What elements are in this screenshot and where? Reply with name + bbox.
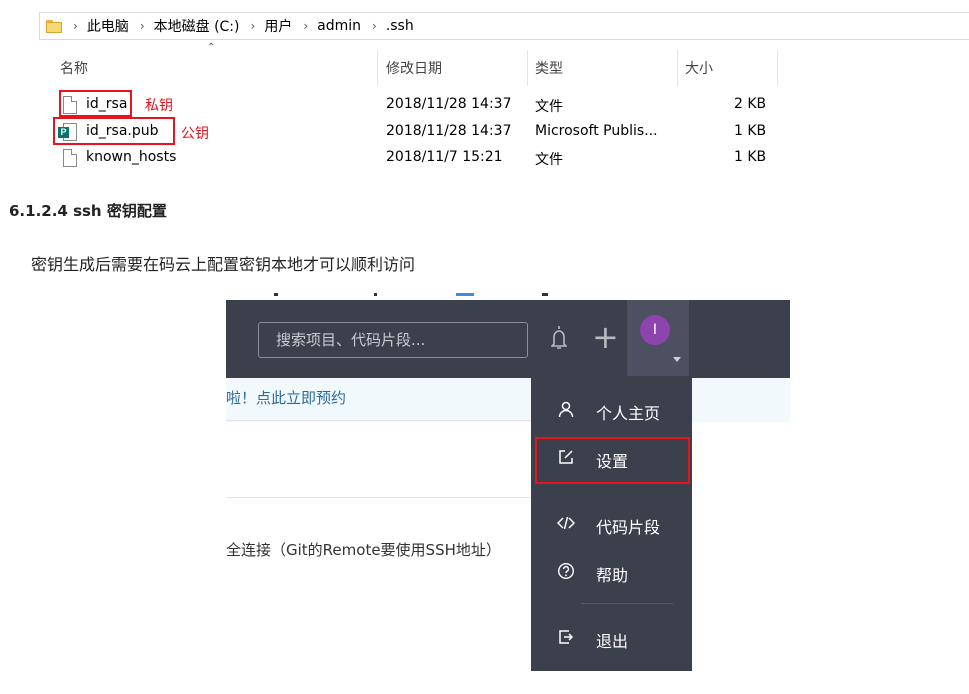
plus-icon[interactable]: + (592, 321, 619, 353)
divider (226, 420, 536, 421)
menu-separator (581, 603, 673, 604)
gitee-navbar: 搜索项目、代码片段... + I (226, 300, 790, 378)
bell-icon[interactable] (551, 324, 567, 352)
menu-item-snippets[interactable]: 代码片段 (531, 502, 692, 546)
breadcrumb-ssh[interactable]: .ssh (386, 18, 414, 34)
search-input[interactable]: 搜索项目、代码片段... (258, 322, 528, 358)
highlight-box (53, 117, 175, 145)
breadcrumb-admin[interactable]: admin (317, 18, 361, 34)
file-size: 2 KB (734, 96, 767, 112)
promo-banner: 啦！点此立即预约 (226, 378, 790, 422)
column-divider[interactable] (777, 50, 778, 86)
file-size: 1 KB (734, 123, 767, 139)
file-type: 文件 (535, 99, 563, 115)
avatar[interactable]: I (640, 315, 670, 345)
breadcrumb-users[interactable]: 用户 (264, 16, 292, 36)
chevron-right-icon: › (303, 19, 309, 33)
browser-strip (226, 292, 790, 300)
column-divider[interactable] (677, 50, 678, 86)
logout-icon (559, 630, 574, 644)
highlight-box (59, 90, 132, 117)
file-modified: 2018/11/28 14:37 (386, 96, 512, 112)
user-dropdown-menu: 个人主页 设置 代码片段 帮助 退出 (531, 376, 692, 671)
chevron-right-icon: › (250, 19, 256, 33)
user-icon (558, 401, 574, 418)
file-type: 文件 (535, 152, 563, 168)
file-modified: 2018/11/28 14:37 (386, 123, 512, 139)
menu-item-logout[interactable]: 退出 (531, 616, 692, 660)
sort-ascending-icon: ⌃ (207, 42, 216, 53)
chevron-right-icon: › (372, 19, 377, 33)
column-divider[interactable] (377, 50, 378, 86)
caret-down-icon (673, 357, 681, 362)
column-header-size[interactable]: 大小 (685, 50, 713, 86)
code-icon (557, 516, 575, 530)
chevron-right-icon: › (139, 19, 145, 33)
ssh-description: 全连接（Git的Remote要使用SSH地址） (226, 541, 501, 559)
annotation-public-key: 公钥 (181, 126, 209, 142)
user-menu-trigger[interactable]: I (627, 300, 689, 378)
column-header-modified[interactable]: 修改日期 (386, 50, 442, 86)
menu-item-label: 个人主页 (596, 404, 661, 423)
file-row[interactable]: known_hosts 2018/11/7 15:21 文件 1 KB (0, 145, 969, 171)
help-icon (557, 562, 575, 580)
section-heading: 6.1.2.4 ssh 密钥配置 (9, 202, 167, 220)
address-bar[interactable]: › 此电脑 › 本地磁盘 (C:) › 用户 › admin › .ssh (39, 12, 969, 40)
file-name: known_hosts (86, 149, 177, 165)
menu-item-profile[interactable]: 个人主页 (531, 388, 692, 432)
banner-link[interactable]: 啦！点此立即预约 (226, 387, 346, 408)
file-icon (63, 149, 77, 167)
file-type: Microsoft Publis... (535, 123, 658, 139)
menu-item-label: 退出 (596, 632, 629, 651)
highlight-box (535, 437, 690, 484)
gitee-screenshot: 搜索项目、代码片段... + I 啦！点此立即预约 全连接（Git的Remote… (226, 292, 790, 672)
breadcrumb-local-disk[interactable]: 本地磁盘 (C:) (154, 16, 240, 36)
annotation-private-key: 私钥 (145, 98, 173, 114)
column-header-name[interactable]: 名称 (60, 50, 88, 86)
divider (226, 497, 536, 498)
folder-icon (46, 19, 62, 33)
file-modified: 2018/11/7 15:21 (386, 149, 503, 165)
menu-item-label: 代码片段 (596, 518, 661, 537)
paragraph: 密钥生成后需要在码云上配置密钥本地才可以顺利访问 (31, 255, 416, 274)
chevron-right-icon: › (73, 19, 78, 33)
breadcrumb-this-pc[interactable]: 此电脑 (87, 16, 129, 36)
column-divider[interactable] (527, 50, 528, 86)
menu-item-help[interactable]: 帮助 (531, 550, 692, 594)
column-header-type[interactable]: 类型 (535, 50, 563, 86)
menu-item-label: 帮助 (596, 566, 629, 585)
file-size: 1 KB (734, 149, 767, 165)
